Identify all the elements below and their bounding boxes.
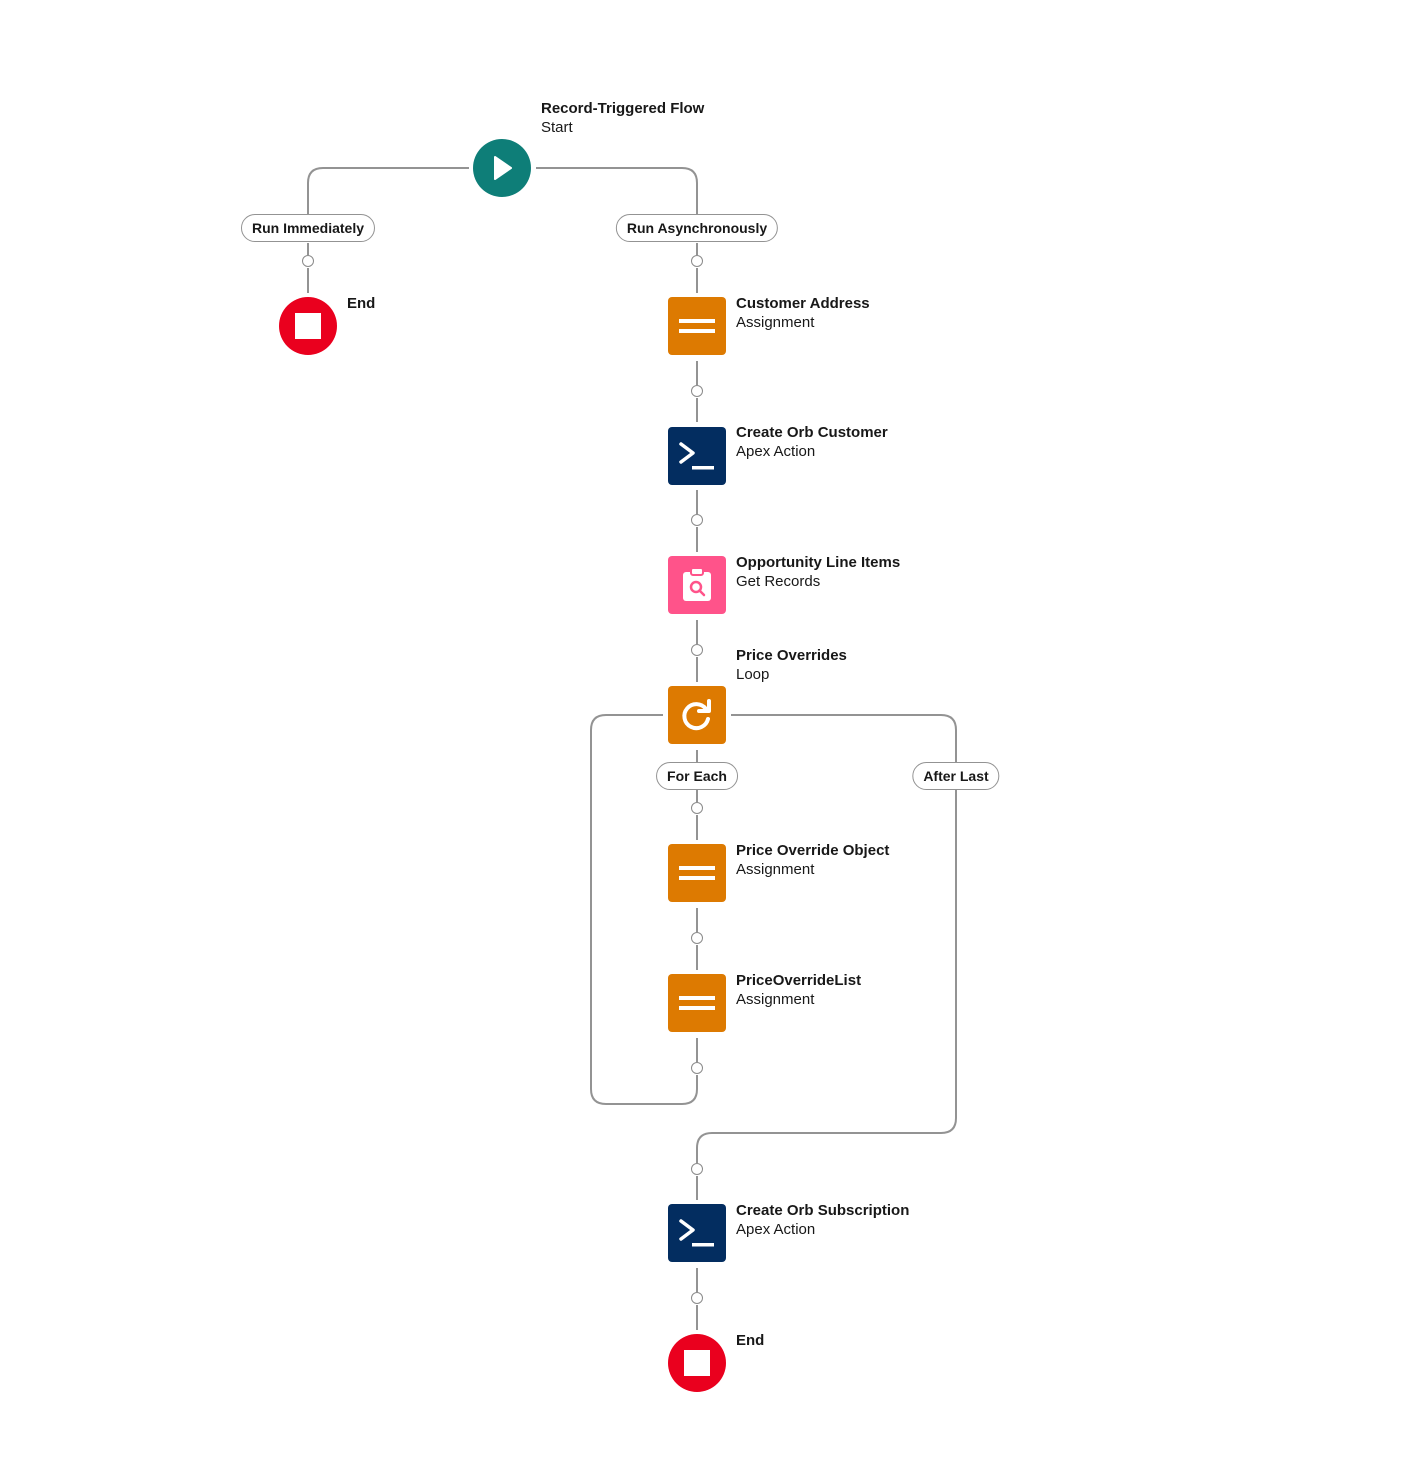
branch-line-run-asynchronously — [536, 167, 698, 214]
element-label: Create Orb Customer Apex Action — [736, 423, 888, 461]
add-element-connector[interactable] — [691, 932, 703, 944]
end-node-right[interactable] — [668, 1334, 726, 1392]
element-label: Customer Address Assignment — [736, 294, 870, 332]
stop-icon — [295, 313, 321, 339]
equals-icon — [679, 866, 715, 880]
start-label: Record-Triggered Flow Start — [541, 99, 704, 137]
play-icon — [494, 156, 512, 180]
element-title: Create Orb Subscription — [736, 1202, 910, 1219]
clipboard-search-icon — [683, 567, 711, 601]
element-label: Price Overrides Loop — [736, 646, 847, 684]
element-label: Opportunity Line Items Get Records — [736, 553, 900, 591]
element-create-orb-customer[interactable] — [668, 427, 726, 485]
add-element-connector[interactable] — [691, 644, 703, 656]
end-right-title: End — [736, 1332, 765, 1349]
start-title: Record-Triggered Flow — [541, 100, 705, 117]
element-price-override-list[interactable] — [668, 974, 726, 1032]
equals-icon — [679, 996, 715, 1010]
add-element-connector[interactable] — [691, 255, 703, 267]
element-customer-address[interactable] — [668, 297, 726, 355]
element-title: PriceOverrideList — [736, 972, 862, 989]
branch-run-immediately[interactable]: Run Immediately — [240, 214, 376, 242]
add-element-connector[interactable] — [691, 1062, 703, 1074]
add-element-connector[interactable] — [691, 385, 703, 397]
element-type: Get Records — [736, 573, 821, 590]
terminal-icon — [679, 442, 714, 470]
add-element-connector[interactable] — [302, 255, 314, 267]
add-element-connector[interactable] — [691, 514, 703, 526]
element-label: Create Orb Subscription Apex Action — [736, 1201, 909, 1239]
terminal-icon — [679, 1219, 714, 1247]
element-label: PriceOverrideList Assignment — [736, 971, 861, 1009]
end-left-title: End — [347, 295, 376, 312]
branch-line-run-immediately — [307, 167, 469, 214]
equals-icon — [679, 319, 715, 333]
end-node-left[interactable] — [279, 297, 337, 355]
element-type: Loop — [736, 666, 770, 683]
element-price-override-object[interactable] — [668, 844, 726, 902]
element-type: Assignment — [736, 861, 815, 878]
loop-path-after-last[interactable]: After Last — [912, 762, 1000, 790]
element-type: Assignment — [736, 991, 815, 1008]
add-element-connector[interactable] — [691, 1292, 703, 1304]
add-element-connector[interactable] — [691, 802, 703, 814]
start-node[interactable] — [473, 139, 531, 197]
element-opportunity-line-items[interactable] — [668, 556, 726, 614]
end-left-label: End — [347, 294, 375, 313]
element-title: Customer Address — [736, 295, 870, 312]
flow-canvas[interactable]: Record-Triggered Flow Start Run Immediat… — [0, 0, 1406, 1476]
element-type: Assignment — [736, 314, 815, 331]
element-price-overrides-loop[interactable] — [668, 686, 726, 744]
loop-path-for-each[interactable]: For Each — [656, 762, 738, 790]
element-title: Opportunity Line Items — [736, 554, 901, 571]
element-type: Apex Action — [736, 1221, 816, 1238]
branch-run-asynchronously[interactable]: Run Asynchronously — [615, 214, 779, 242]
start-type: Start — [541, 119, 573, 136]
element-title: Price Override Object — [736, 842, 890, 859]
element-type: Apex Action — [736, 443, 816, 460]
element-title: Price Overrides — [736, 647, 847, 664]
element-title: Create Orb Customer — [736, 424, 888, 441]
loop-icon — [682, 699, 711, 731]
stop-icon — [684, 1350, 710, 1376]
element-create-orb-subscription[interactable] — [668, 1204, 726, 1262]
add-element-connector[interactable] — [691, 1163, 703, 1175]
element-label: Price Override Object Assignment — [736, 841, 889, 879]
end-right-label: End — [736, 1331, 764, 1350]
after-last-line — [731, 714, 957, 762]
